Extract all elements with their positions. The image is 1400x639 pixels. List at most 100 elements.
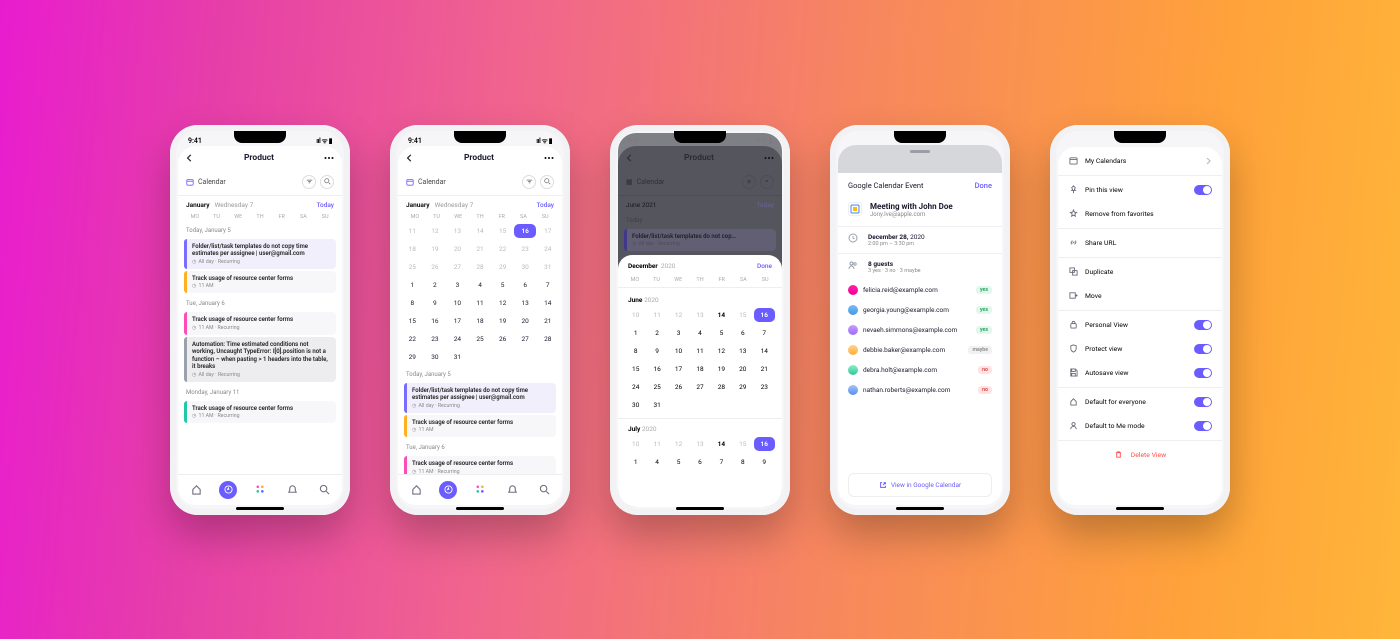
event-title: Folder/list/task templates do not copy t… — [192, 243, 330, 258]
month-grid[interactable]: 11121314151617 18192021222324 2526272829… — [398, 222, 562, 366]
phone-agenda-view: 9:41 ııl ᯤ ▮ Product Calendar JanuaryWed… — [170, 125, 350, 515]
tab-search-icon[interactable] — [315, 481, 333, 499]
toggle[interactable] — [1194, 368, 1212, 378]
copy-icon — [1068, 267, 1078, 277]
open-external-button[interactable]: View in Google Calendar — [848, 473, 992, 497]
avatar — [848, 385, 858, 395]
clock-icon: ◷ — [192, 259, 197, 265]
event-card[interactable]: Track usage of resource center forms ◷11… — [404, 456, 556, 474]
tab-home-icon[interactable] — [407, 481, 425, 499]
sheet-grab-bar[interactable] — [838, 145, 1002, 173]
save-icon — [1068, 368, 1078, 378]
view-label: Calendar — [198, 178, 226, 186]
tab-search-icon[interactable] — [535, 481, 553, 499]
page-title: Product — [244, 153, 274, 163]
menu-item-move[interactable]: Move — [1058, 284, 1222, 308]
menu-item-personal-view[interactable]: Personal View — [1058, 313, 1222, 337]
event-title: Track usage of resource center forms — [412, 419, 550, 427]
guests-summary: 8 guests 3 yes · 3 no · 3 maybe — [838, 253, 1002, 280]
event-card[interactable]: Automation: Time estimated conditions no… — [184, 337, 336, 382]
tab-explore-icon[interactable] — [219, 481, 237, 499]
star-icon — [1068, 209, 1078, 219]
month-block: July 2020 10111213141516 1456789 — [618, 419, 782, 475]
toggle[interactable] — [1194, 344, 1212, 354]
menu-item-remove-favorite[interactable]: Remove from favorites — [1058, 202, 1222, 226]
month-scroll[interactable]: June 2020 10111213141516 1234567 8910111… — [618, 290, 782, 507]
back-icon[interactable] — [406, 154, 414, 162]
menu-item-delete-view[interactable]: Delete View — [1058, 443, 1222, 467]
tab-home-icon[interactable] — [187, 481, 205, 499]
weekday-header: MOTUWETHFRSASU — [618, 275, 782, 285]
rsvp-badge: maybe — [968, 346, 992, 354]
event-header: Meeting with John Doe Jony.Ive@apple.com — [838, 198, 1002, 226]
clock-icon: ◷ — [192, 413, 197, 419]
today-link[interactable]: Today — [316, 201, 334, 209]
avatar — [848, 345, 858, 355]
filter-icon[interactable] — [302, 175, 316, 189]
current-date[interactable]: JanuaryWednesday 7 — [406, 201, 473, 209]
current-date[interactable]: JanuaryWednesday 7 — [186, 201, 253, 209]
event-card[interactable]: Folder/list/task templates do not copy t… — [184, 239, 336, 269]
guest-row[interactable]: felicia.reid@example.comyes — [838, 280, 1002, 300]
guest-row[interactable]: georgia.young@example.comyes — [838, 300, 1002, 320]
event-title: Automation: Time estimated conditions no… — [192, 341, 330, 371]
guest-row[interactable]: debbie.baker@example.commaybe — [838, 340, 1002, 360]
screen-content: Product Calendar JanuaryWednesday 7 Toda… — [178, 146, 342, 505]
menu-item-autosave-view[interactable]: Autosave view — [1058, 361, 1222, 385]
month-title: June 2020 — [622, 292, 778, 306]
toggle[interactable] — [1194, 421, 1212, 431]
toggle[interactable] — [1194, 397, 1212, 407]
guest-row[interactable]: debra.holt@example.com no — [838, 360, 1002, 380]
agenda-scroll[interactable]: Today, January 5 Folder/list/task templa… — [398, 366, 562, 474]
agenda-scroll[interactable]: Today, January 5 Folder/list/task templa… — [178, 222, 342, 474]
view-selector[interactable]: Calendar — [186, 178, 226, 186]
external-link-icon — [879, 481, 887, 489]
weekday-header: MOTUWETHFRSASU — [178, 212, 342, 222]
done-button[interactable]: Done — [757, 262, 772, 270]
more-icon[interactable] — [324, 156, 334, 160]
search-icon[interactable] — [320, 175, 334, 189]
event-organizer: Jony.Ive@apple.com — [870, 211, 953, 218]
menu-item-default-everyone[interactable]: Default for everyone — [1058, 390, 1222, 414]
event-card[interactable]: Track usage of resource center forms ◷11… — [404, 415, 556, 438]
menu-item-my-calendars[interactable]: My Calendars — [1058, 149, 1222, 173]
link-icon — [1068, 238, 1078, 248]
today-link[interactable]: Today — [536, 201, 554, 209]
event-date: December 28, 2020 — [868, 233, 925, 241]
menu-item-default-me-mode[interactable]: Default to Me mode — [1058, 414, 1222, 438]
menu-item-share-url[interactable]: Share URL — [1058, 231, 1222, 255]
guest-email: debra.holt@example.com — [863, 366, 937, 374]
tab-apps-icon[interactable] — [251, 481, 269, 499]
tab-notifications-icon[interactable] — [503, 481, 521, 499]
date-picker-sheet: December2020 Done MOTUWETHFRSASU June 20… — [618, 255, 782, 507]
chevron-right-icon — [1206, 157, 1212, 165]
menu-item-protect-view[interactable]: Protect view — [1058, 337, 1222, 361]
status-indicators: ııl ᯤ ▮ — [536, 137, 552, 146]
tab-apps-icon[interactable] — [471, 481, 489, 499]
sheet-title: December2020 — [628, 262, 675, 270]
google-calendar-icon — [848, 202, 862, 216]
back-icon[interactable] — [186, 154, 194, 162]
menu-item-duplicate[interactable]: Duplicate — [1058, 260, 1222, 284]
done-button[interactable]: Done — [975, 181, 992, 190]
tab-notifications-icon[interactable] — [283, 481, 301, 499]
rsvp-badge: no — [978, 366, 992, 374]
tab-explore-icon[interactable] — [439, 481, 457, 499]
date-line: JanuaryWednesday 7 Today — [398, 196, 562, 212]
menu-item-pin-view[interactable]: Pin this view — [1058, 178, 1222, 202]
event-title: Track usage of resource center forms — [192, 316, 330, 324]
event-card[interactable]: Track usage of resource center forms ◷11… — [184, 401, 336, 424]
guest-row[interactable]: nathan.roberts@example.comno — [838, 380, 1002, 400]
view-selector[interactable]: Calendar — [406, 178, 446, 186]
toggle[interactable] — [1194, 185, 1212, 195]
event-card[interactable]: Track usage of resource center forms ◷11… — [184, 271, 336, 294]
event-card[interactable]: Folder/list/task templates do not copy t… — [404, 383, 556, 413]
search-icon[interactable] — [540, 175, 554, 189]
filter-icon[interactable] — [522, 175, 536, 189]
guest-row[interactable]: nevaeh.simmons@example.comyes — [838, 320, 1002, 340]
toggle[interactable] — [1194, 320, 1212, 330]
event-card[interactable]: Track usage of resource center forms ◷11… — [184, 312, 336, 335]
date-line: JanuaryWednesday 7 Today — [178, 196, 342, 212]
guest-email: felicia.reid@example.com — [863, 286, 938, 294]
more-icon[interactable] — [544, 156, 554, 160]
